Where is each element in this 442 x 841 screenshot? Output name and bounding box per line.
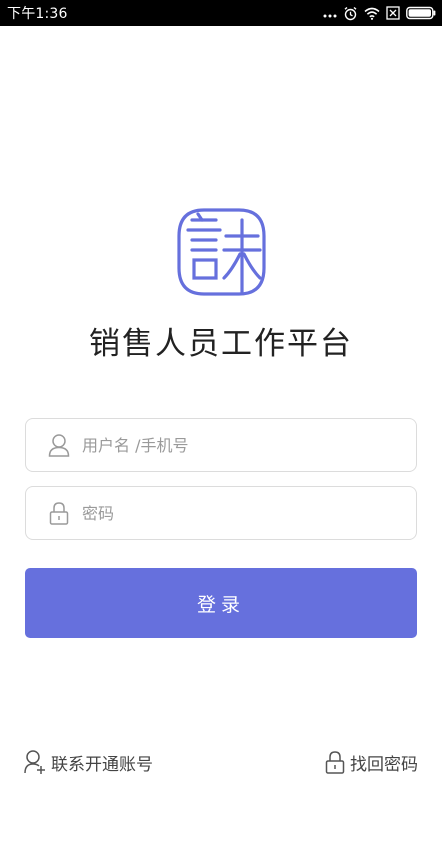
status-time: 下午1:36 — [7, 6, 68, 22]
contact-account-link[interactable]: 联系开通账号 — [24, 748, 153, 776]
login-screen: 下午1:36 销售人员工作平台 用户名 /手机号 登录 联系开通账号 找回密码 — [0, 0, 442, 841]
lock-icon — [46, 500, 72, 526]
username-field[interactable] — [25, 418, 417, 472]
contact-account-label: 联系开通账号 — [51, 754, 153, 775]
status-bar: 下午1:36 — [0, 0, 442, 26]
password-field[interactable] — [25, 486, 417, 540]
recover-password-link[interactable]: 找回密码 — [325, 748, 418, 776]
password-input[interactable] — [82, 493, 382, 533]
alarm-icon — [343, 6, 358, 21]
user-icon — [46, 432, 72, 458]
sim-off-icon — [386, 6, 400, 20]
logo-seal-icon — [174, 206, 269, 298]
username-input[interactable] — [82, 425, 382, 465]
wifi-icon — [364, 7, 380, 20]
status-icons — [323, 6, 436, 21]
battery-icon — [406, 6, 436, 20]
more-dots-icon — [323, 6, 337, 20]
login-button[interactable]: 登录 — [25, 568, 417, 638]
app-title: 销售人员工作平台 — [89, 326, 353, 362]
add-user-icon — [24, 749, 46, 775]
recover-password-label: 找回密码 — [350, 754, 418, 775]
lock-icon — [325, 750, 345, 774]
